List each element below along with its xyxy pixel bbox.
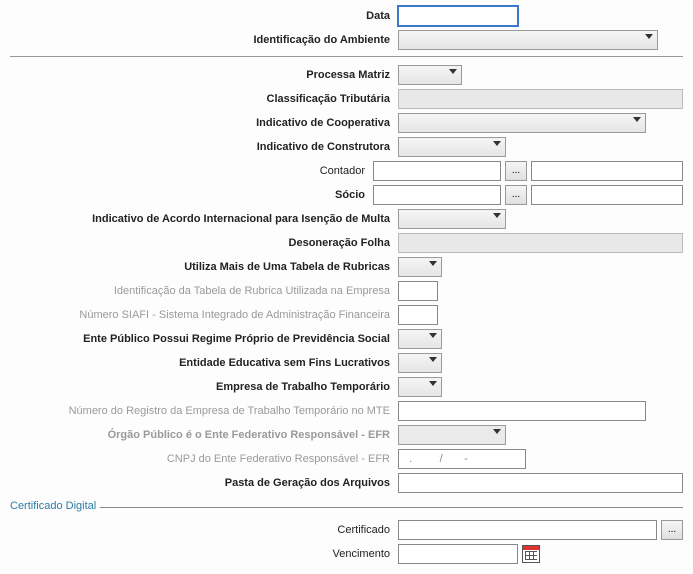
label-vencimento: Vencimento [10,548,398,560]
separator [10,56,683,57]
select-utiliza-rubricas[interactable] [398,257,442,277]
input-numero-siafi[interactable] [398,305,438,325]
input-vencimento[interactable] [398,544,518,564]
lookup-certificado-button[interactable]: ... [661,520,683,540]
input-id-tabela-rubrica[interactable] [398,281,438,301]
chevron-down-icon [493,429,501,434]
ellipsis-icon: ... [668,525,676,535]
label-data: Data [10,10,398,22]
select-ind-construtora[interactable] [398,137,506,157]
input-num-registro-mte[interactable] [398,401,646,421]
fieldset-certificado-digital: Certificado Digital Certificado ... Venc… [10,507,683,564]
select-ambiente[interactable] [398,30,658,50]
label-desoneracao-folha: Desoneração Folha [10,237,398,249]
label-ind-cooperativa: Indicativo de Cooperativa [10,117,398,129]
select-entidade-educativa[interactable] [398,353,442,373]
calendar-icon[interactable] [522,545,540,563]
readonly-desoneracao-folha [398,233,683,253]
label-contador: Contador [10,165,373,177]
input-data[interactable] [398,6,518,26]
chevron-down-icon [645,34,653,39]
chevron-down-icon [429,357,437,362]
select-ind-cooperativa[interactable] [398,113,646,133]
input-pasta-arquivos[interactable] [398,473,683,493]
label-classificacao-tributaria: Classificação Tributária [10,93,398,105]
chevron-down-icon [429,381,437,386]
input-certificado[interactable] [398,520,657,540]
label-ente-publico-prev: Ente Público Possui Regime Próprio de Pr… [10,333,398,345]
select-ind-acordo-multa[interactable] [398,209,506,229]
label-ind-acordo-multa: Indicativo de Acordo Internacional para … [10,213,398,225]
select-processa-matriz[interactable] [398,65,462,85]
select-orgao-efr [398,425,506,445]
lookup-socio-button[interactable]: ... [505,185,527,205]
readonly-classificacao-tributaria [398,89,683,109]
label-cnpj-efr: CNPJ do Ente Federativo Responsável - EF… [10,453,398,465]
ellipsis-icon: ... [512,190,520,200]
label-empresa-trab-temp: Empresa de Trabalho Temporário [10,381,398,393]
input-contador-codigo[interactable] [373,161,501,181]
chevron-down-icon [449,69,457,74]
label-utiliza-rubricas: Utiliza Mais de Uma Tabela de Rubricas [10,261,398,273]
label-ind-construtora: Indicativo de Construtora [10,141,398,153]
label-socio: Sócio [10,189,373,201]
chevron-down-icon [493,213,501,218]
label-processa-matriz: Processa Matriz [10,69,398,81]
select-empresa-trab-temp[interactable] [398,377,442,397]
label-numero-siafi: Número SIAFI - Sistema Integrado de Admi… [10,309,398,321]
input-socio-nome[interactable] [531,185,683,205]
chevron-down-icon [429,333,437,338]
ellipsis-icon: ... [512,166,520,176]
chevron-down-icon [493,141,501,146]
label-entidade-educativa: Entidade Educativa sem Fins Lucrativos [10,357,398,369]
input-cnpj-efr[interactable] [398,449,526,469]
label-orgao-efr: Órgão Público é o Ente Federativo Respon… [10,429,398,441]
label-id-tabela-rubrica: Identificação da Tabela de Rubrica Utili… [10,285,398,297]
input-contador-nome[interactable] [531,161,683,181]
label-pasta-arquivos: Pasta de Geração dos Arquivos [10,477,398,489]
legend-certificado-digital: Certificado Digital [6,500,100,512]
lookup-contador-button[interactable]: ... [505,161,527,181]
label-ambiente: Identificação do Ambiente [10,34,398,46]
input-socio-codigo[interactable] [373,185,501,205]
label-num-registro-mte: Número do Registro da Empresa de Trabalh… [10,405,398,417]
chevron-down-icon [429,261,437,266]
chevron-down-icon [633,117,641,122]
select-ente-publico-prev[interactable] [398,329,442,349]
label-certificado: Certificado [10,524,398,536]
